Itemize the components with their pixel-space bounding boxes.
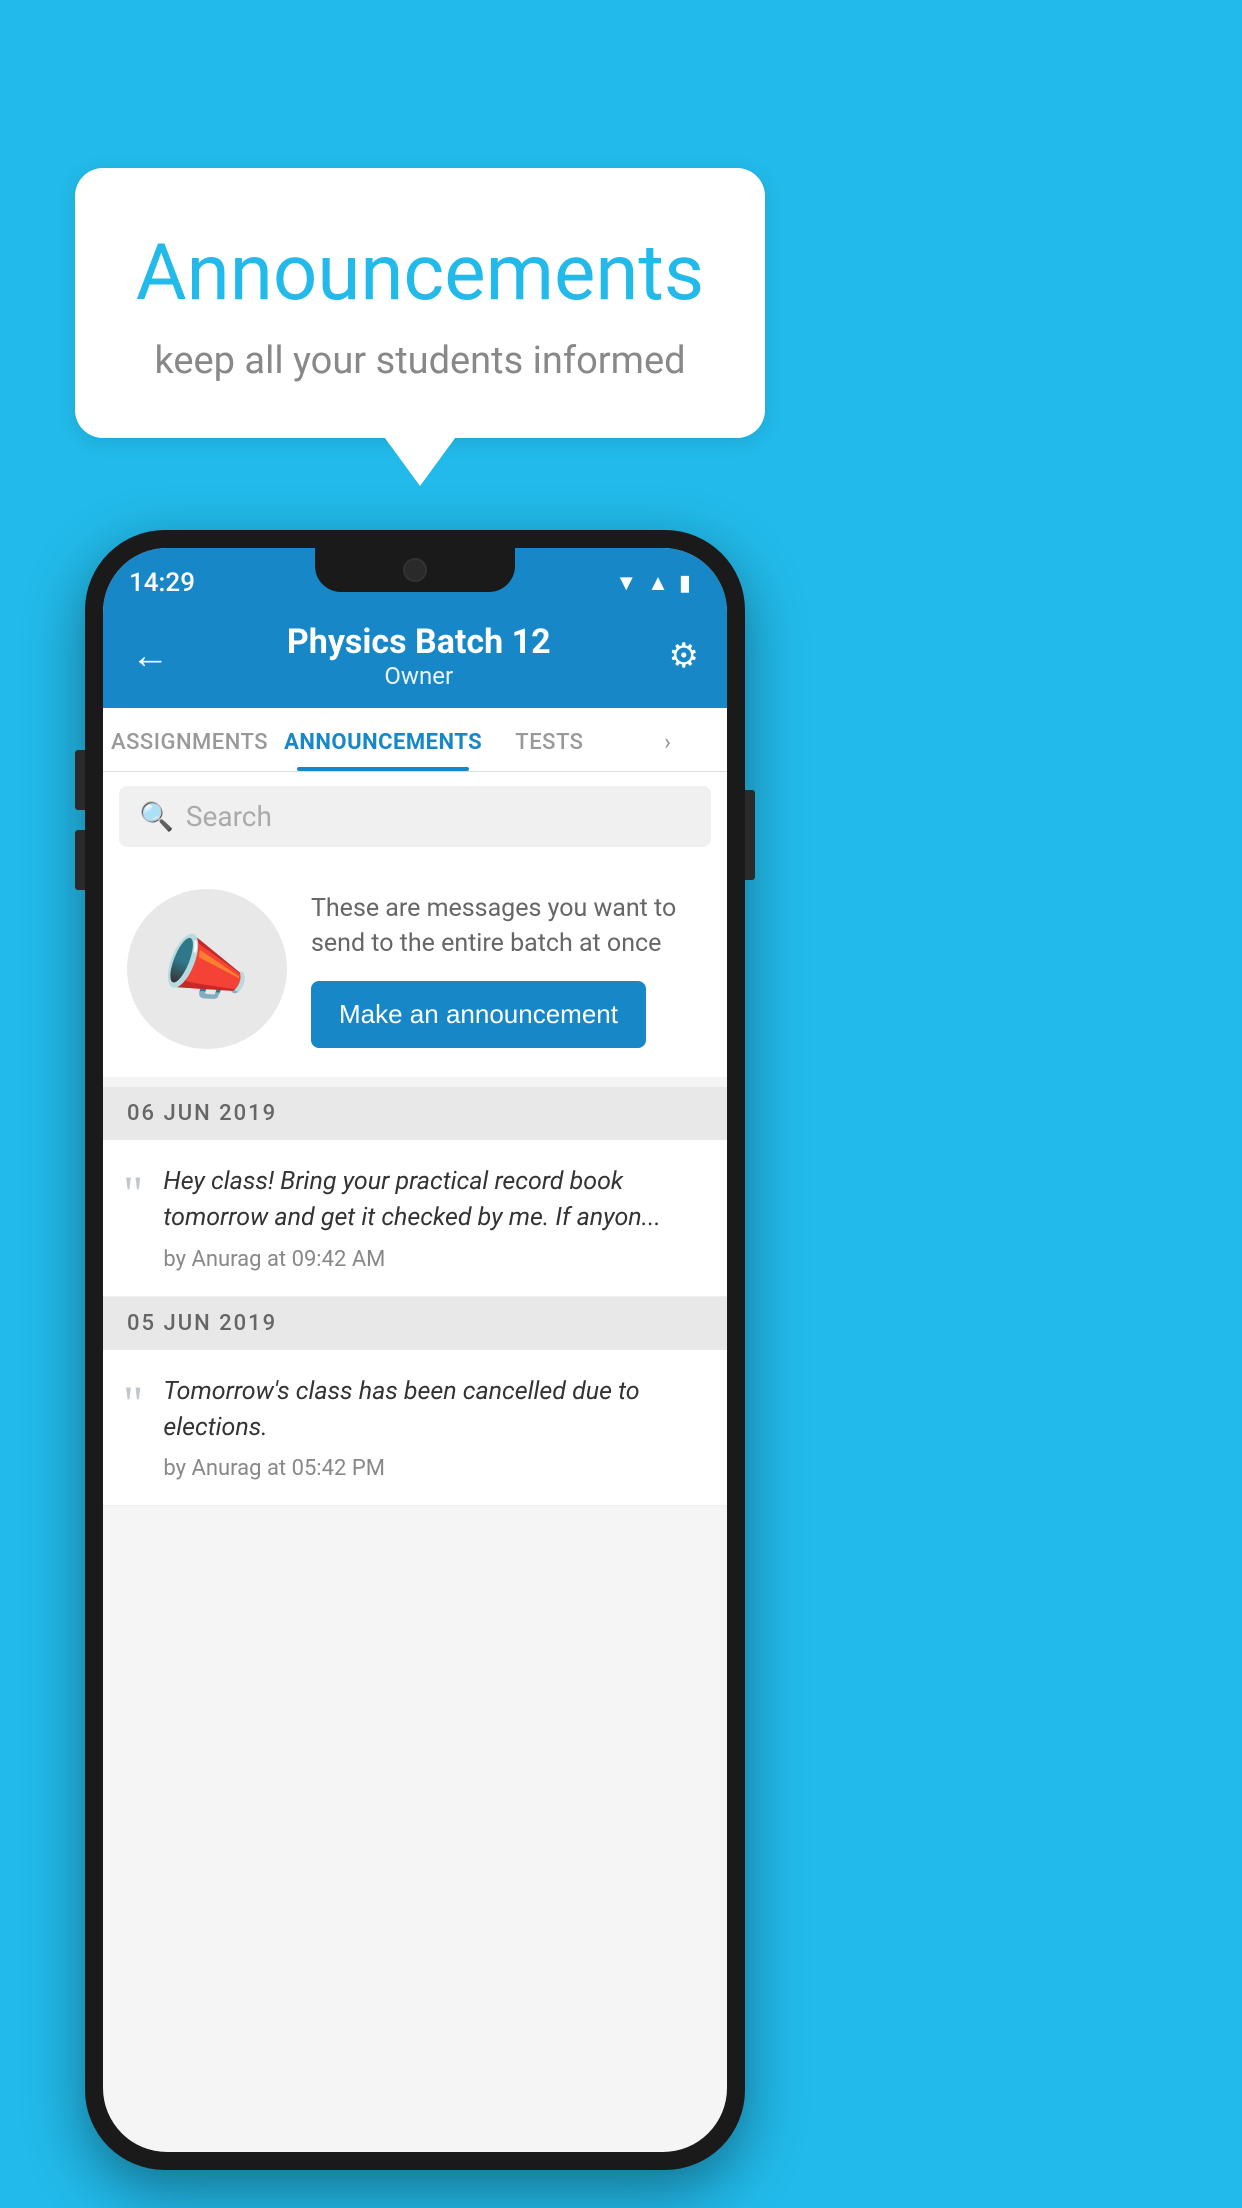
quote-icon-1: " [123,1168,143,1218]
speech-bubble: Announcements keep all your students inf… [75,168,765,438]
cta-right: These are messages you want to send to t… [311,891,703,1048]
quote-icon-2: " [123,1378,143,1428]
announcement-content-2: Tomorrow's class has been cancelled due … [163,1374,707,1482]
search-bar[interactable]: 🔍 Search [119,786,711,847]
tab-more[interactable]: › [609,708,727,771]
batch-role: Owner [287,662,551,690]
app-header: ← Physics Batch 12 Owner ⚙ [103,606,727,708]
phone-notch [315,548,515,592]
status-time: 14:29 [129,568,195,598]
status-icons: ▼ ▲ ▮ [615,570,691,596]
announcement-meta-2: by Anurag at 05:42 PM [163,1456,707,1481]
speech-bubble-title: Announcements [125,228,715,319]
volume-up-button[interactable] [75,750,85,810]
announcement-item-1[interactable]: " Hey class! Bring your practical record… [103,1140,727,1297]
phone-device: 14:29 ▼ ▲ ▮ ← Physics Batch 12 Owner ⚙ [85,530,745,2170]
make-announcement-button[interactable]: Make an announcement [311,981,646,1048]
search-placeholder-text: Search [186,800,272,833]
signal-icon: ▲ [647,570,669,596]
power-button[interactable] [745,790,755,880]
batch-title: Physics Batch 12 [287,622,551,662]
tab-bar: ASSIGNMENTS ANNOUNCEMENTS TESTS › [103,708,727,772]
settings-button[interactable]: ⚙ [669,636,699,676]
speech-bubble-subtitle: keep all your students informed [125,339,715,383]
search-container: 🔍 Search [103,772,727,861]
front-camera [403,558,427,582]
announcement-item-2[interactable]: " Tomorrow's class has been cancelled du… [103,1350,727,1507]
date-divider-1: 06 JUN 2019 [103,1087,727,1140]
announcement-content-1: Hey class! Bring your practical record b… [163,1164,707,1272]
announcement-text-2: Tomorrow's class has been cancelled due … [163,1374,707,1447]
megaphone-icon: 📣 [163,928,250,1010]
cta-section: 📣 These are messages you want to send to… [103,861,727,1077]
volume-down-button[interactable] [75,830,85,890]
cta-description: These are messages you want to send to t… [311,891,703,961]
wifi-icon: ▼ [615,570,637,596]
back-button[interactable]: ← [131,634,169,678]
tab-assignments[interactable]: ASSIGNMENTS [103,708,276,771]
date-divider-2: 05 JUN 2019 [103,1297,727,1350]
tab-tests[interactable]: TESTS [490,708,608,771]
search-icon: 🔍 [139,800,174,833]
phone-screen: 14:29 ▼ ▲ ▮ ← Physics Batch 12 Owner ⚙ [103,548,727,2152]
battery-icon: ▮ [679,571,691,596]
tab-announcements[interactable]: ANNOUNCEMENTS [276,708,490,771]
announcement-text-1: Hey class! Bring your practical record b… [163,1164,707,1237]
header-center: Physics Batch 12 Owner [287,622,551,690]
megaphone-circle: 📣 [127,889,287,1049]
announcement-meta-1: by Anurag at 09:42 AM [163,1247,707,1272]
